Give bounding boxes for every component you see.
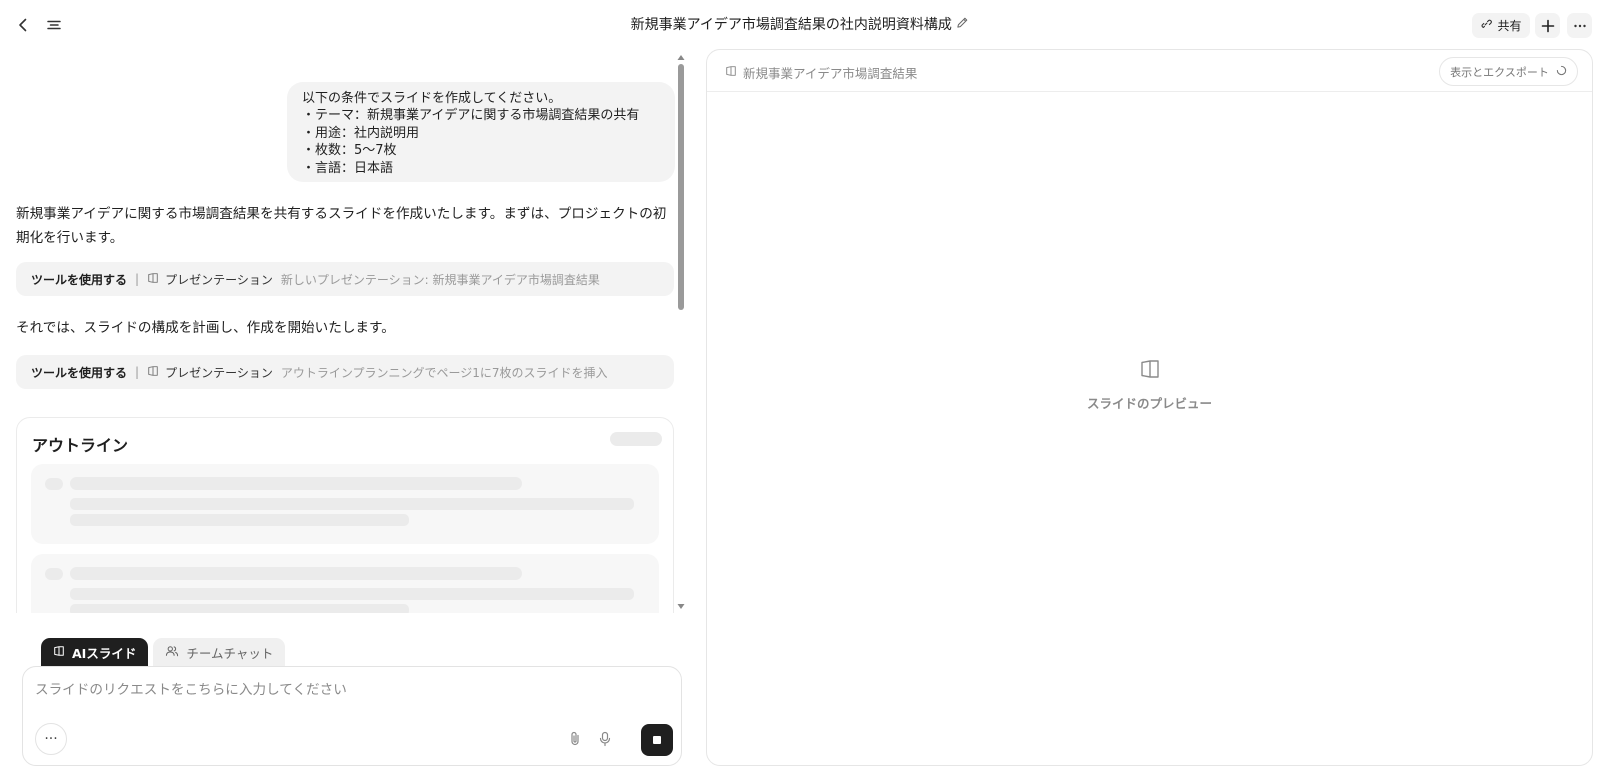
export-label: 表示とエクスポート [1450,65,1549,79]
loading-placeholder [45,568,63,580]
divider: | [135,272,140,286]
loading-placeholder [70,514,409,526]
preview-empty-label: スライドのプレビュー [1086,396,1212,411]
user-message: 以下の条件でスライドを作成してください。 ・テーマ：新規事業アイデアに関する市場… [287,82,675,182]
tool-detail: 新しいプレゼンテーション: 新規事業アイデア市場調査結果 [280,272,600,287]
tool-name: プレゼンテーション [165,272,273,287]
chat-panel[interactable]: 以下の条件でスライドを作成してください。 ・テーマ：新規事業アイデアに関する市場… [0,50,690,613]
share-label: 共有 [1497,19,1522,33]
tab-label: AIスライド [72,646,137,661]
users-icon [165,645,179,660]
loading-placeholder [70,477,522,490]
slides-icon [53,645,65,660]
link-icon [1480,18,1493,33]
divider: | [135,365,140,379]
mode-tabs: AIスライド チームチャット [41,638,286,667]
scrollbar-thumb[interactable] [678,64,684,310]
add-button[interactable] [1535,13,1560,38]
outline-card: アウトライン [16,417,674,613]
loading-placeholder [610,432,662,446]
more-horizontal-icon [1573,24,1586,27]
tool-name: プレゼンテーション [165,365,273,380]
page-title-wrap: 新規事業アイデア市場調査結果の社内説明資料構成 [0,14,1600,34]
tab-team-chat[interactable]: チームチャット [153,638,286,667]
loading-placeholder [70,567,522,580]
microphone-icon[interactable] [595,729,615,749]
message-composer: ··· [22,666,682,766]
view-export-button[interactable]: 表示とエクスポート [1439,57,1578,86]
page-title[interactable]: 新規事業アイデア市場調査結果の社内説明資料構成 [631,17,952,33]
loading-spinner-icon [1556,65,1567,79]
slide-preview-panel: 新規事業アイデア市場調査結果 表示とエクスポート スライドのプレビュー [706,49,1593,766]
more-actions-button[interactable]: ··· [35,723,67,755]
assistant-message: 新規事業アイデアに関する市場調査結果を共有するスライドを作成いたします。まずは、… [16,206,667,246]
tool-call-label: ツールを使用する [31,272,128,287]
tab-ai-slides[interactable]: AIスライド [41,638,149,667]
top-bar: 新規事業アイデア市場調査結果の社内説明資料構成 共有 [0,0,1600,50]
plus-icon [1541,19,1554,32]
assistant-message: それでは、スライドの構成を計画し、作成を開始いたします。 [16,320,395,336]
tool-call-card[interactable]: ツールを使用する | プレゼンテーション 新しいプレゼンテーション: 新規事業ア… [16,262,674,296]
outline-title: アウトライン [32,436,129,455]
slides-icon [147,365,159,380]
stop-button[interactable] [641,724,673,756]
loading-placeholder [70,498,634,510]
tab-label: チームチャット [186,646,274,661]
tool-call-card[interactable]: ツールを使用する | プレゼンテーション アウトラインプランニングでページ1に7… [16,355,674,389]
slides-icon [1139,358,1161,384]
preview-file: 新規事業アイデア市場調査結果 [725,63,917,82]
tool-call-label: ツールを使用する [31,365,128,380]
stop-icon [653,736,661,744]
outline-item-skeleton [31,464,659,544]
preview-file-name: 新規事業アイデア市場調査結果 [743,66,918,81]
more-options-button[interactable] [1567,13,1592,38]
edit-icon[interactable] [956,17,969,33]
outline-item-skeleton [31,554,659,613]
loading-placeholder [70,604,409,613]
loading-placeholder [45,478,63,490]
paperclip-icon[interactable] [565,729,585,749]
preview-header: 新規事業アイデア市場調査結果 表示とエクスポート [707,50,1592,92]
slides-icon [147,272,159,287]
slide-request-input[interactable] [35,679,655,701]
preview-empty-state: スライドのプレビュー [707,358,1592,412]
slides-icon [725,65,737,80]
loading-placeholder [70,588,634,600]
tool-detail: アウトラインプランニングでページ1に7枚のスライドを挿入 [280,365,608,380]
share-button[interactable]: 共有 [1472,13,1530,38]
